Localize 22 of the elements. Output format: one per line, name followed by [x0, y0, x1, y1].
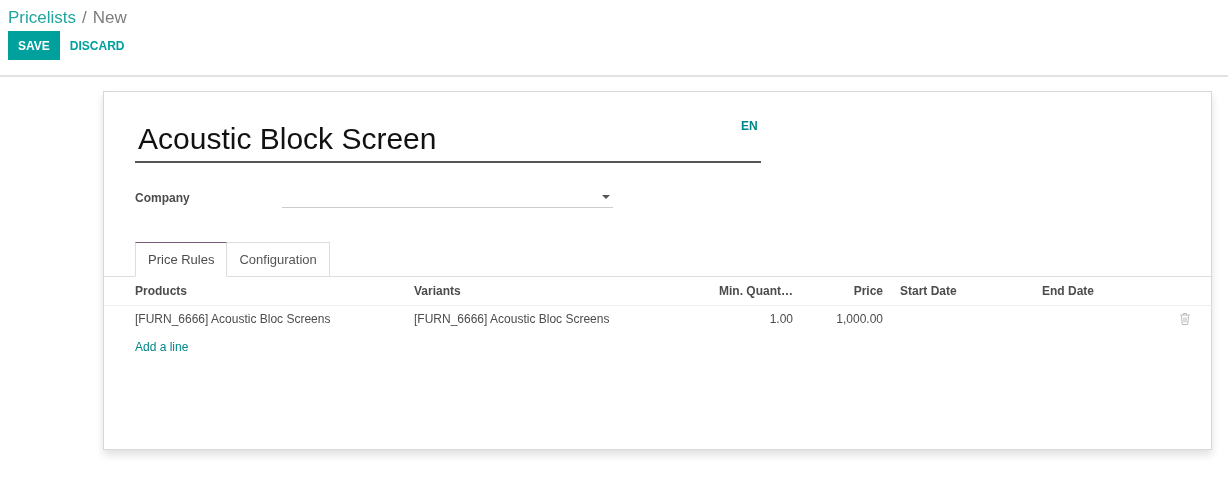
column-header: Min. Quant…	[701, 277, 803, 306]
add-line-link[interactable]: Add a line	[135, 340, 189, 354]
table-cell: 1,000.00	[836, 312, 883, 326]
caret-icon	[602, 195, 610, 199]
breadcrumb-separator: /	[82, 8, 87, 29]
column-header: End Date	[1035, 277, 1180, 306]
table-cell: 1.00	[769, 312, 793, 326]
column-header: Variants	[414, 277, 701, 306]
column-header: Price	[803, 277, 893, 306]
language-button[interactable]: EN	[741, 119, 758, 163]
breadcrumb-link[interactable]: Pricelists	[8, 8, 76, 30]
table-cell: [FURN_6666] Acoustic Bloc Screens	[135, 312, 331, 326]
trash-icon[interactable]	[1180, 313, 1190, 325]
column-header: Start Date	[893, 277, 1035, 306]
field-label: Company	[135, 190, 191, 205]
tab[interactable]: Price Rules	[135, 242, 228, 277]
tab[interactable]: Configuration	[227, 242, 330, 277]
discard-button[interactable]: DISCARD	[59, 31, 135, 60]
breadcrumb-current: New	[92, 8, 127, 29]
save-button[interactable]: SAVE	[8, 31, 60, 60]
column-header: Products	[135, 277, 414, 306]
table-cell: [FURN_6666] Acoustic Bloc Screens	[414, 312, 610, 326]
